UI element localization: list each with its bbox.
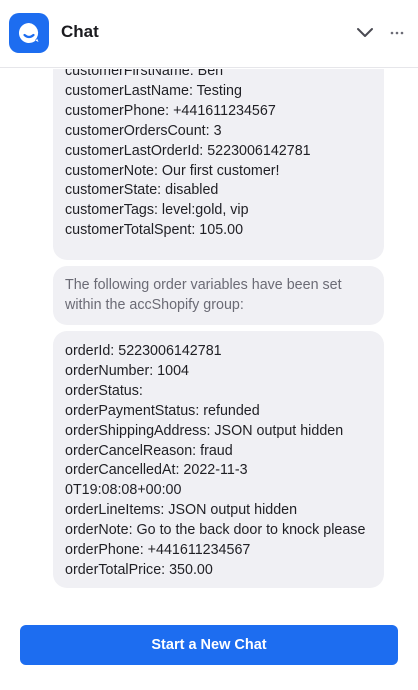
- message-line: customerState: disabled: [65, 182, 219, 199]
- message-bubble: The following order variables have been …: [53, 266, 384, 325]
- message-line: orderPaymentStatus: refunded: [65, 402, 260, 419]
- more-icon[interactable]: [388, 23, 406, 43]
- message-line: orderNote: Go to the back door to knock …: [65, 522, 366, 539]
- message-line: customerLastName: Testing: [65, 82, 242, 99]
- message-line: customerOrdersCount: 3: [65, 122, 222, 139]
- message-text: The following order variables have been …: [65, 277, 342, 313]
- message-line: customerNote: Our first customer!: [65, 162, 280, 179]
- message-line: customerTags: level:gold, vip: [65, 202, 249, 219]
- message-line: orderStatus:: [65, 382, 143, 399]
- message-line: customerFirstName: Ben: [65, 69, 224, 79]
- message-line: customerPhone: +441611234567: [65, 102, 276, 119]
- message-list[interactable]: customerFirstName: Ben customerLastName:…: [0, 69, 418, 600]
- message-bubble: orderId: 5223006142781 orderNumber: 1004…: [53, 331, 384, 588]
- message-line: orderNumber: 1004: [65, 362, 189, 379]
- chat-widget: Chat customerFirstName: Ben customerLast…: [0, 0, 418, 690]
- message-line: orderTotalPrice: 350.00: [65, 561, 213, 578]
- chevron-down-icon[interactable]: [355, 23, 375, 43]
- chat-header: Chat: [0, 0, 418, 68]
- message-bubble: customerFirstName: Ben customerLastName:…: [53, 69, 384, 260]
- message-line: orderCancelReason: fraud: [65, 442, 233, 459]
- start-new-chat-button[interactable]: Start a New Chat: [20, 625, 398, 665]
- chat-bubble-icon: [9, 13, 49, 53]
- message-line: orderCancelledAt: 2022-11-30T19:08:08+00…: [65, 462, 248, 499]
- message-line: orderLineItems: JSON output hidden: [65, 502, 298, 519]
- message-line: orderId: 5223006142781: [65, 343, 222, 359]
- message-line: customerLastOrderId: 5223006142781: [65, 142, 311, 159]
- chat-title: Chat: [61, 22, 99, 41]
- message-line: orderShippingAddress: JSON output hidden: [65, 422, 344, 439]
- message-line: orderPhone: +441611234567: [65, 542, 251, 559]
- message-line: customerTotalSpent: 105.00: [65, 222, 244, 239]
